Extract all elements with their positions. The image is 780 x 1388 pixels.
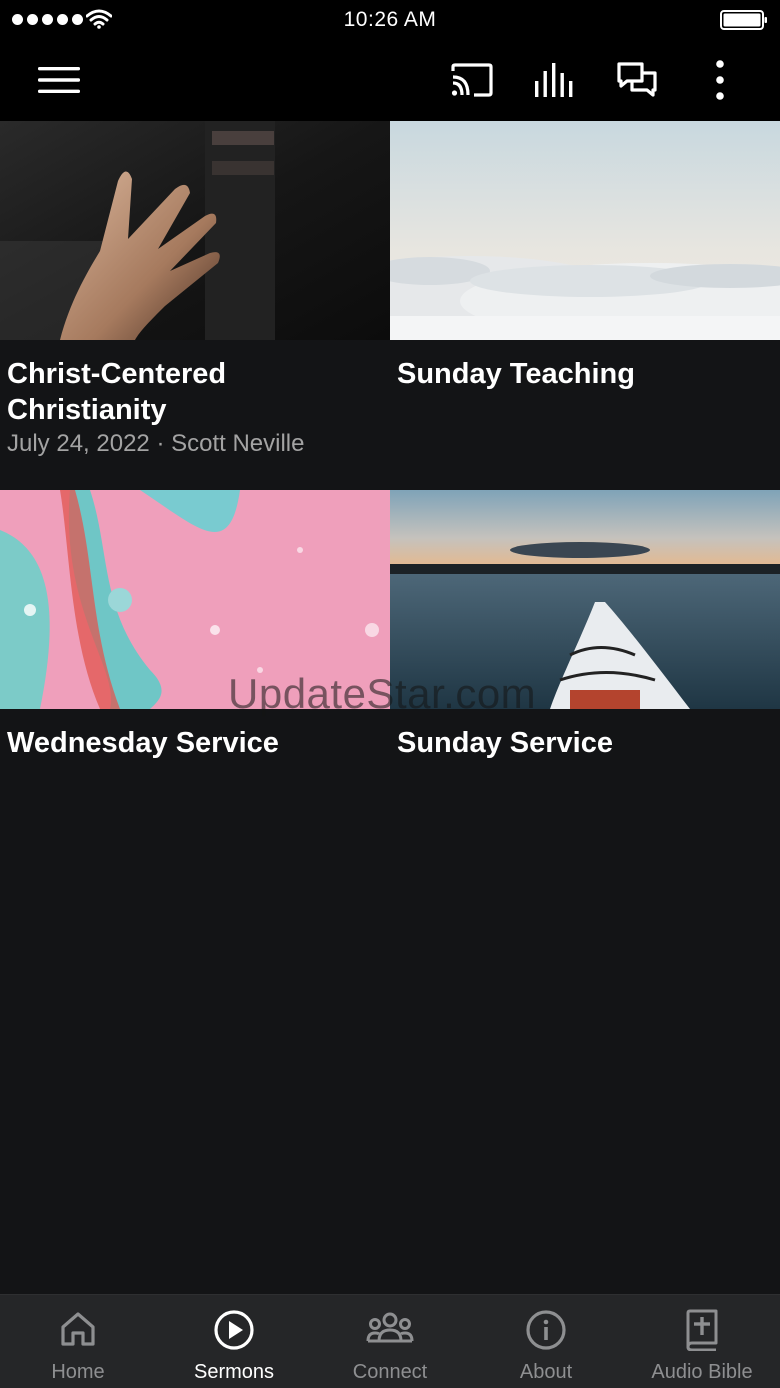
bottom-tab-bar: Home Sermons Connect About Audio Bible	[0, 1294, 780, 1388]
home-icon	[0, 1309, 156, 1349]
sermon-card[interactable]: Christ-Centered Christianity July 24, 20…	[0, 121, 390, 460]
tab-connect[interactable]: Connect	[312, 1295, 468, 1388]
audio-bars-icon[interactable]	[525, 54, 585, 106]
chat-bubbles-icon[interactable]	[607, 54, 667, 106]
sermon-meta: July 24, 2022 · Scott Neville	[7, 430, 305, 457]
sermon-card[interactable]: Sunday Service	[390, 490, 780, 761]
top-toolbar	[0, 40, 780, 121]
sermon-card[interactable]: Wednesday Service	[0, 490, 390, 761]
tab-label: About	[519, 1361, 573, 1383]
above-clouds-photo	[390, 121, 780, 340]
tab-label: Sermons	[193, 1361, 275, 1383]
people-group-icon	[312, 1309, 468, 1349]
info-circle-icon	[468, 1309, 624, 1351]
battery-icon	[720, 10, 767, 30]
tab-label: Connect	[352, 1361, 428, 1383]
cast-icon[interactable]	[442, 54, 502, 106]
play-circle-icon	[156, 1309, 312, 1351]
bible-cross-icon	[624, 1309, 780, 1351]
tab-home[interactable]: Home	[0, 1295, 156, 1388]
sermon-card[interactable]: Sunday Teaching	[390, 121, 780, 392]
open-hand-photo	[0, 121, 390, 340]
tab-sermons[interactable]: Sermons	[156, 1295, 312, 1388]
watermark-text: UpdateStar.com	[228, 670, 537, 717]
sermon-title: Christ-Centered Christianity	[7, 358, 227, 426]
hamburger-menu-icon[interactable]	[29, 54, 89, 106]
more-vertical-icon[interactable]	[700, 54, 740, 106]
status-time: 10:26 AM	[343, 8, 437, 31]
sermon-title: Sunday Teaching	[397, 358, 635, 390]
tab-audio-bible[interactable]: Audio Bible	[624, 1295, 780, 1388]
tab-label: Audio Bible	[651, 1361, 753, 1383]
tab-label: Home	[51, 1361, 105, 1383]
tab-about[interactable]: About	[468, 1295, 624, 1388]
status-bar: 10:26 AM	[0, 0, 780, 40]
